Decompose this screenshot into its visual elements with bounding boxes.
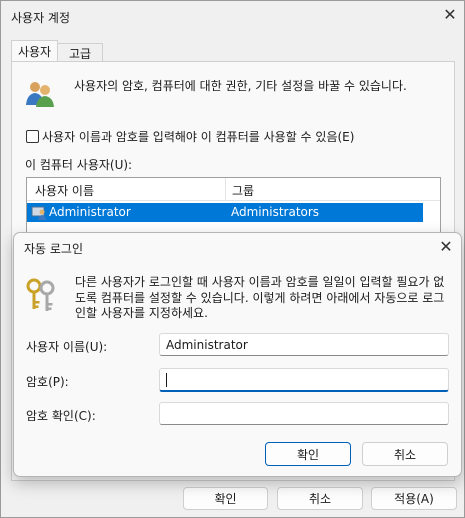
close-icon: ✕: [439, 237, 453, 256]
users-icon: [23, 77, 55, 109]
outer-close-button[interactable]: ✕: [441, 7, 459, 25]
tab-users[interactable]: 사용자: [11, 40, 58, 62]
users-table: 사용자 이름 그룹 Administrator Administrators: [26, 177, 441, 237]
dialog-description: 다른 사용자가 로그인할 때 사용자 이름과 암호를 일일이 입력할 필요가 없…: [75, 275, 445, 320]
table-header: 사용자 이름 그룹: [27, 178, 440, 201]
username-label: 사용자 이름(U):: [26, 340, 108, 354]
table-row[interactable]: Administrator Administrators: [27, 203, 423, 222]
tab-users-label: 사용자: [17, 45, 52, 59]
outer-apply-button[interactable]: 적용(A): [371, 487, 457, 510]
row-group: Administrators: [231, 205, 320, 219]
close-icon: ✕: [443, 5, 457, 24]
dialog-title: 자동 로그인: [24, 242, 84, 256]
user-row-icon: [31, 204, 47, 220]
password-field[interactable]: [159, 368, 449, 392]
require-password-checkbox[interactable]: [26, 130, 39, 143]
dialog-close-button[interactable]: ✕: [437, 239, 455, 257]
dialog-ok-button[interactable]: 확인: [265, 442, 351, 466]
intro-text: 사용자의 암호, 컴퓨터에 대한 권한, 기타 설정을 바꿀 수 있습니다.: [74, 79, 407, 93]
column-header-username[interactable]: 사용자 이름: [35, 182, 94, 199]
outer-ok-button[interactable]: 확인: [183, 487, 268, 510]
row-username: Administrator: [49, 205, 131, 219]
password-label: 암호(P):: [26, 375, 69, 389]
outer-cancel-button[interactable]: 취소: [277, 487, 363, 510]
column-divider: [225, 178, 226, 200]
require-password-label[interactable]: 사용자 이름과 암호를 입력해야 이 컴퓨터를 사용할 수 있음(E): [42, 128, 354, 145]
tab-advanced[interactable]: 고급: [58, 43, 103, 62]
username-field[interactable]: Administrator: [159, 333, 449, 356]
auto-login-dialog: 자동 로그인 ✕ 다른 사용자가 로그인할 때 사용자 이름과 암호를 일일이 …: [13, 232, 462, 477]
tab-advanced-label: 고급: [68, 46, 92, 61]
keys-icon: [25, 277, 57, 313]
confirm-password-label: 암호 확인(C):: [26, 409, 96, 423]
dialog-cancel-button[interactable]: 취소: [362, 442, 448, 466]
column-header-group[interactable]: 그룹: [232, 182, 254, 199]
users-list-label: 이 컴퓨터 사용자(U):: [25, 158, 133, 172]
confirm-password-field[interactable]: [159, 402, 449, 425]
text-cursor: [166, 372, 167, 387]
outer-title: 사용자 계정: [11, 11, 71, 25]
